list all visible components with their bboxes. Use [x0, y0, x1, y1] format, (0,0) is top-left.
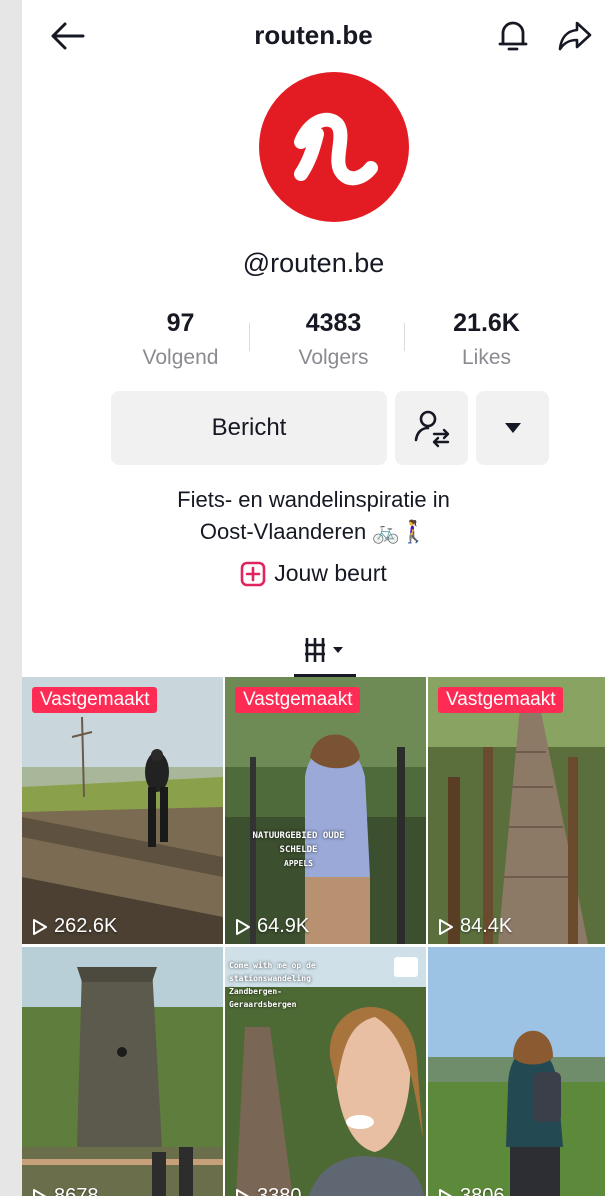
tab-videos[interactable] [292, 628, 362, 672]
your-turn-link[interactable]: Jouw beurt [22, 560, 605, 587]
grid-icon [305, 638, 343, 662]
video-thumbnail-image [428, 947, 605, 1196]
more-options-button[interactable] [476, 391, 549, 465]
username: @routen.be [242, 248, 385, 278]
pinned-badge: Vastgemaakt [32, 687, 158, 713]
stat-following[interactable]: 97 Volgend [104, 305, 257, 375]
overlay-line: Zandbergen- [229, 987, 282, 996]
add-friend-icon [414, 410, 449, 448]
overlay-line: Come with me op de [229, 961, 316, 970]
video-thumbnail[interactable]: 8678 [22, 947, 223, 1196]
view-count: 8678 [32, 1185, 99, 1196]
play-icon [439, 1188, 453, 1196]
video-thumbnail[interactable]: Vastgemaakt NATUURGEBIED OUDE SCHELDE AP… [225, 677, 426, 944]
play-icon [33, 918, 47, 935]
share-icon[interactable] [550, 14, 600, 58]
bio-line-1: Fiets- en wandelinspiratie in [177, 487, 450, 512]
view-count: 262.6K [32, 915, 117, 938]
view-count-value: 262.6K [54, 915, 118, 937]
play-icon [439, 918, 453, 935]
view-count-value: 64.9K [257, 915, 310, 937]
header: routen.be [22, 0, 605, 72]
play-icon [33, 1188, 47, 1196]
view-count: 3380 [235, 1185, 302, 1196]
pinned-badge: Vastgemaakt [438, 687, 564, 713]
add-box-icon [240, 561, 266, 586]
overlay-line: SCHELDE [279, 845, 318, 855]
video-thumbnail-image [22, 677, 223, 944]
routen-logo [294, 112, 378, 186]
stat-followers-value: 4383 [305, 309, 362, 337]
stat-followers[interactable]: 4383 Volgers [257, 305, 410, 375]
view-count-value: 3806 [460, 1185, 505, 1196]
view-count-value: 84.4K [460, 915, 513, 937]
video-thumbnail[interactable]: Vastgemaakt 262.6K [22, 677, 223, 944]
stat-following-label: Volgend [142, 346, 219, 369]
overlay-line: NATUURGEBIED OUDE [252, 831, 345, 841]
photo-icon [394, 957, 418, 977]
overlay-line: Geraardsbergen [229, 1000, 297, 1009]
overlay-line: stationswandeling [229, 974, 311, 983]
video-caption-overlay: Come with me op de stationswandeling Zan… [229, 959, 359, 1011]
stat-divider [249, 323, 250, 351]
view-count: 84.4K [438, 915, 512, 938]
stat-likes[interactable]: 21.6K Likes [410, 305, 563, 375]
profile-stats: 97 Volgend 4383 Volgers 21.6K Likes [104, 305, 564, 375]
profile-bio: Fiets- en wandelinspiratie in Oost-Vlaan… [22, 484, 605, 548]
view-count-value: 3380 [257, 1185, 302, 1196]
content-tabs [22, 625, 605, 677]
video-thumbnail-image [428, 677, 605, 944]
play-icon [236, 1188, 250, 1196]
caret-down-icon [504, 423, 521, 433]
message-button[interactable]: Bericht [111, 391, 387, 465]
video-thumbnail-image [22, 947, 223, 1196]
bio-line-2: Oost-Vlaanderen 🚲🚶‍♀️ [199, 519, 428, 544]
view-count: 3806 [438, 1185, 505, 1196]
add-friend-button[interactable] [395, 391, 468, 465]
pinned-badge: Vastgemaakt [235, 687, 361, 713]
stat-likes-label: Likes [461, 346, 512, 369]
video-thumbnail[interactable]: 3806 [428, 947, 605, 1196]
bell-icon[interactable] [488, 14, 538, 58]
your-turn-label: Jouw beurt [274, 560, 387, 586]
profile-page: routen.be @routen.be 97 Volgend 4383 Vol… [22, 0, 605, 1196]
view-count-value: 8678 [54, 1185, 99, 1196]
play-icon [236, 918, 250, 935]
stat-divider [404, 323, 405, 351]
video-thumbnail-image [225, 677, 426, 944]
avatar[interactable] [259, 72, 409, 222]
overlay-line: APPELS [284, 859, 313, 868]
stat-likes-value: 21.6K [453, 309, 520, 337]
video-caption-overlay: NATUURGEBIED OUDE SCHELDE APPELS [231, 829, 366, 871]
video-thumbnail[interactable]: Vastgemaakt 84.4K [428, 677, 605, 944]
stat-followers-label: Volgers [298, 346, 369, 369]
video-thumbnail[interactable]: Come with me op de stationswandeling Zan… [225, 947, 426, 1196]
stat-following-value: 97 [166, 309, 195, 337]
view-count: 64.9K [235, 915, 309, 938]
